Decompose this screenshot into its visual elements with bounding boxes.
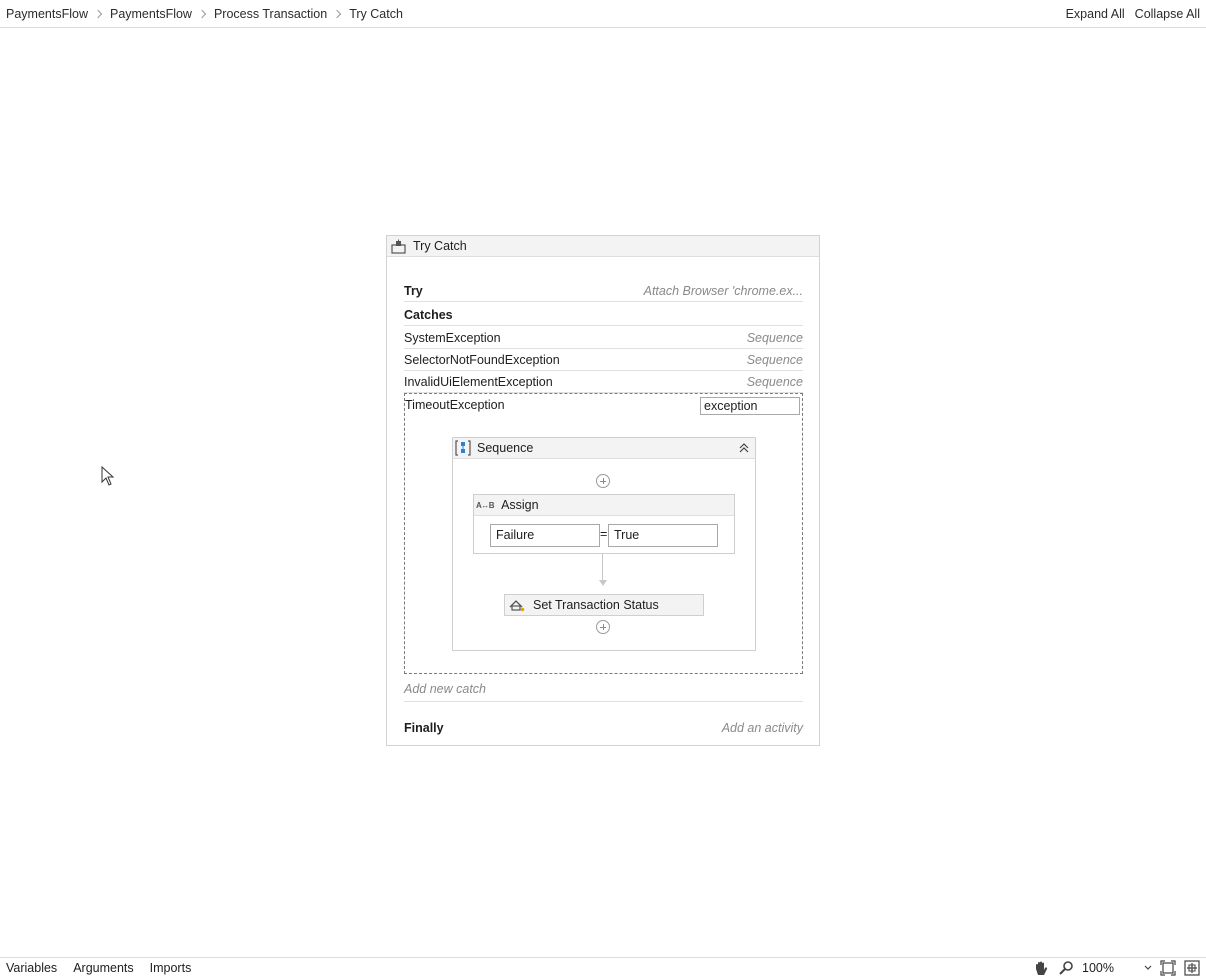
assign-header[interactable]: A↔B Assign: [474, 495, 734, 516]
collapse-chevron-icon[interactable]: [737, 441, 751, 455]
try-label: Try: [404, 283, 423, 298]
set-transaction-status-activity[interactable]: Set Transaction Status: [504, 594, 704, 616]
finally-add-activity-link[interactable]: Add an activity: [722, 721, 803, 735]
breadcrumb-current: Try Catch: [349, 7, 403, 21]
finally-row[interactable]: Finally Add an activity: [404, 717, 803, 739]
add-activity-plus-icon[interactable]: [596, 620, 610, 634]
collapse-all-button[interactable]: Collapse All: [1135, 7, 1200, 21]
activity-title: Try Catch: [413, 239, 467, 253]
breadcrumb-item[interactable]: PaymentsFlow: [6, 7, 88, 21]
catch-handler[interactable]: Sequence: [747, 331, 803, 345]
catch-exception-type: SelectorNotFoundException: [404, 352, 560, 367]
equals-sign: =: [600, 527, 608, 541]
tab-arguments[interactable]: Arguments: [73, 961, 133, 975]
breadcrumb: PaymentsFlow PaymentsFlow Process Transa…: [6, 7, 403, 21]
top-actions: Expand All Collapse All: [1066, 7, 1200, 21]
catch-handler[interactable]: Sequence: [747, 375, 803, 389]
catch-row[interactable]: InvalidUiElementException Sequence: [404, 371, 803, 393]
tab-imports[interactable]: Imports: [150, 961, 192, 975]
zoom-level: 100%: [1082, 961, 1114, 975]
catch-row[interactable]: SelectorNotFoundException Sequence: [404, 349, 803, 371]
activity-title: Assign: [501, 498, 539, 512]
catch-exception-type: InvalidUiElementException: [404, 374, 553, 389]
chevron-down-icon: [1144, 965, 1152, 970]
finally-label: Finally: [404, 721, 444, 735]
try-activity-link[interactable]: Attach Browser 'chrome.ex...: [644, 284, 803, 298]
try-catch-header[interactable]: Try Catch: [387, 236, 819, 257]
sequence-icon: [455, 440, 471, 456]
zoom-tools: 100%: [1032, 960, 1200, 976]
sequence-activity[interactable]: Sequence A↔B Assign Failure = True Set T…: [452, 437, 756, 651]
exception-variable-input[interactable]: exception: [700, 397, 800, 415]
connector-arrow-icon: [599, 580, 607, 586]
try-row[interactable]: Try Attach Browser 'chrome.ex...: [404, 280, 803, 302]
hand-icon[interactable]: [1032, 960, 1050, 976]
catch-handler[interactable]: Sequence: [747, 353, 803, 367]
activity-title: Set Transaction Status: [533, 598, 659, 612]
catch-exception-type: SystemException: [404, 330, 501, 345]
designer-toolbar: PaymentsFlow PaymentsFlow Process Transa…: [0, 0, 1206, 28]
assign-icon: A↔B: [476, 500, 495, 510]
breadcrumb-item[interactable]: PaymentsFlow: [110, 7, 192, 21]
designer-status-bar: Variables Arguments Imports 100%: [0, 957, 1206, 979]
pointer-cursor-icon: [101, 466, 115, 486]
catch-exception-type: TimeoutException: [405, 398, 505, 412]
expand-all-button[interactable]: Expand All: [1066, 7, 1125, 21]
add-new-catch-link[interactable]: Add new catch: [404, 682, 803, 702]
chevron-right-icon: [93, 9, 103, 19]
bottom-tabs: Variables Arguments Imports: [6, 961, 191, 975]
chevron-right-icon: [197, 9, 207, 19]
catch-row[interactable]: SystemException Sequence: [404, 327, 803, 349]
search-icon[interactable]: [1058, 960, 1074, 976]
connector-line: [602, 554, 603, 582]
sequence-header[interactable]: Sequence: [453, 438, 755, 459]
catches-label: Catches: [404, 307, 453, 322]
assign-to-field[interactable]: Failure: [490, 524, 600, 547]
breadcrumb-item[interactable]: Process Transaction: [214, 7, 327, 21]
activity-title: Sequence: [477, 441, 534, 455]
set-status-icon: [509, 600, 525, 612]
expanded-catch-timeout[interactable]: TimeoutException exception Sequence A↔B: [404, 393, 803, 674]
catches-header: Catches: [404, 304, 803, 326]
chevron-right-icon: [332, 9, 342, 19]
overview-icon[interactable]: [1184, 960, 1200, 976]
try-catch-icon: [391, 239, 406, 254]
try-catch-activity[interactable]: Try Catch Try Attach Browser 'chrome.ex.…: [386, 235, 820, 746]
zoom-dropdown[interactable]: 100%: [1082, 961, 1152, 975]
assign-value-field[interactable]: True: [608, 524, 718, 547]
tab-variables[interactable]: Variables: [6, 961, 57, 975]
fit-screen-icon[interactable]: [1160, 960, 1176, 976]
add-activity-plus-icon[interactable]: [596, 474, 610, 488]
assign-activity[interactable]: A↔B Assign Failure = True: [473, 494, 735, 554]
